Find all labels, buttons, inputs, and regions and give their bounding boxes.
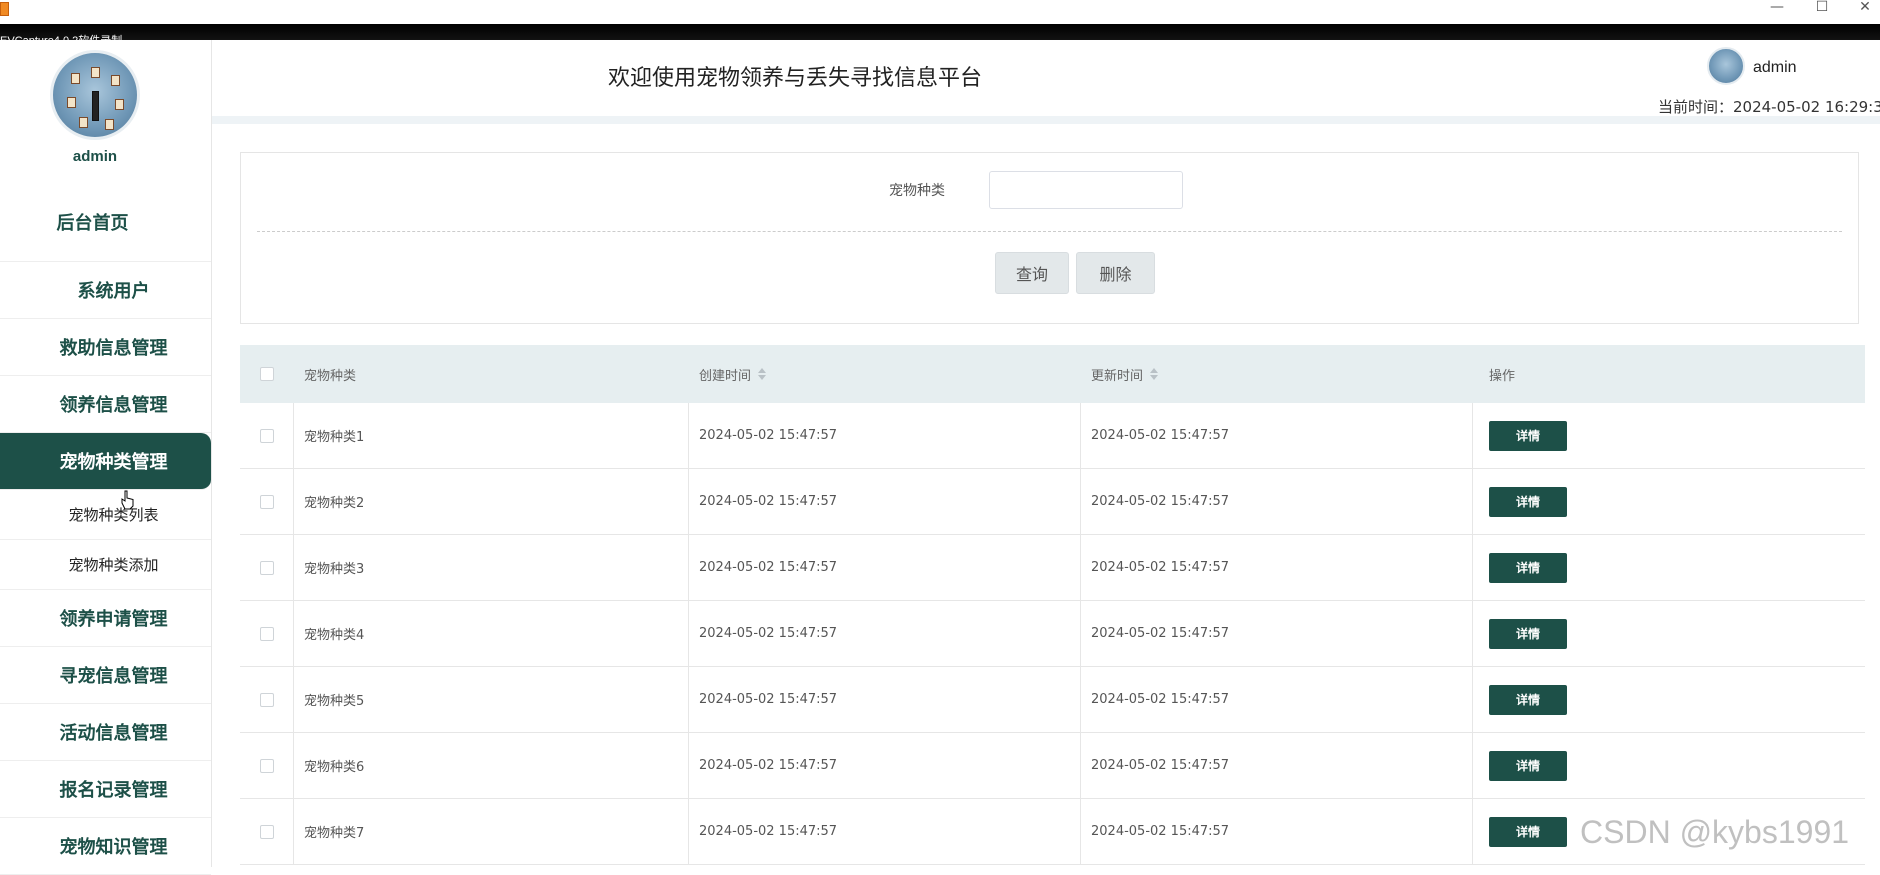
watermark: CSDN @kybs1991 [1580, 814, 1850, 850]
cell-created: 2024-05-02 15:47:57 [689, 469, 1081, 534]
detail-button[interactable]: 详情 [1489, 552, 1567, 583]
sidebar: admin 后台首页 系统用户 救助信息管理 领养信息管理 宠物种类管理 宠物种… [0, 40, 212, 875]
recorder-label: EVCapture4.0.2软件录制 [0, 35, 123, 47]
current-time: 当前时间：2024-05-02 16:29:37 [1658, 98, 1880, 116]
header-operation: 操作 [1489, 368, 1516, 384]
header-updated-label: 更新时间 [1091, 368, 1144, 384]
header-updated[interactable]: 更新时间 [1081, 345, 1473, 403]
cell-pet-type: 宠物种类5 [294, 667, 689, 732]
header-created-label: 创建时间 [699, 368, 752, 384]
pet-type-search-input[interactable] [989, 171, 1183, 209]
table-row: 宠物种类5 2024-05-02 15:47:57 2024-05-02 15:… [240, 667, 1865, 733]
mouse-cursor-icon [121, 490, 134, 510]
cell-updated: 2024-05-02 15:47:57 [1081, 535, 1473, 600]
search-label: 宠物种类 [889, 183, 945, 199]
cell-updated: 2024-05-02 15:47:57 [1081, 601, 1473, 666]
table-row: 宠物种类2 2024-05-02 15:47:57 2024-05-02 15:… [240, 469, 1865, 535]
detail-button[interactable]: 详情 [1489, 750, 1567, 781]
cell-pet-type: 宠物种类4 [294, 601, 689, 666]
sidebar-username: admin [72, 148, 118, 165]
cell-created: 2024-05-02 15:47:57 [689, 403, 1081, 468]
table-row: 宠物种类4 2024-05-02 15:47:57 2024-05-02 15:… [240, 601, 1865, 667]
sidebar-item-lost-pets[interactable]: 寻宠信息管理 [0, 647, 211, 704]
minimize-button[interactable]: — [1757, 0, 1797, 18]
window-titlebar: — ☐ ✕ [0, 0, 1880, 24]
cell-updated: 2024-05-02 15:47:57 [1081, 799, 1473, 864]
sidebar-menu: 后台首页 系统用户 救助信息管理 领养信息管理 宠物种类管理 宠物种类列表 宠物… [0, 183, 211, 875]
table-row: 宠物种类6 2024-05-02 15:47:57 2024-05-02 15:… [240, 733, 1865, 799]
close-button[interactable]: ✕ [1845, 0, 1880, 18]
cell-pet-type: 宠物种类6 [294, 733, 689, 798]
cell-pet-type: 宠物种类3 [294, 535, 689, 600]
cell-updated: 2024-05-02 15:47:57 [1081, 667, 1473, 732]
sidebar-item-registrations[interactable]: 报名记录管理 [0, 761, 211, 818]
sidebar-item-pet-types[interactable]: 宠物种类管理 [0, 433, 211, 490]
header-username[interactable]: admin [1753, 59, 1797, 77]
avatar [50, 50, 140, 140]
row-checkbox[interactable] [259, 824, 274, 839]
sidebar-item-activities[interactable]: 活动信息管理 [0, 704, 211, 761]
detail-button[interactable]: 详情 [1489, 618, 1567, 649]
sidebar-item-pet-knowledge[interactable]: 宠物知识管理 [0, 818, 211, 875]
row-checkbox[interactable] [259, 428, 274, 443]
cell-updated: 2024-05-02 15:47:57 [1081, 469, 1473, 534]
cell-created: 2024-05-02 15:47:57 [689, 535, 1081, 600]
header-created[interactable]: 创建时间 [689, 345, 1081, 403]
sidebar-item-rescue[interactable]: 救助信息管理 [0, 319, 211, 376]
detail-button[interactable]: 详情 [1489, 684, 1567, 715]
cell-pet-type: 宠物种类2 [294, 469, 689, 534]
top-header: 欢迎使用宠物领养与丢失寻找信息平台 admin 当前时间：2024-05-02 … [212, 40, 1880, 124]
cell-created: 2024-05-02 15:47:57 [689, 799, 1081, 864]
sidebar-item-adoption-requests[interactable]: 领养申请管理 [0, 590, 211, 647]
query-button[interactable]: 查询 [995, 252, 1069, 294]
detail-button[interactable]: 详情 [1489, 486, 1567, 517]
detail-button[interactable]: 详情 [1489, 420, 1567, 451]
row-checkbox[interactable] [259, 626, 274, 641]
row-checkbox[interactable] [259, 692, 274, 707]
main-content: 宠物种类 查询 删除 宠物种类 创建时间 更新时间 操作 宠物种类1 2024-… [212, 132, 1880, 867]
table-header: 宠物种类 创建时间 更新时间 操作 [240, 345, 1865, 403]
cell-created: 2024-05-02 15:47:57 [689, 733, 1081, 798]
row-checkbox[interactable] [259, 560, 274, 575]
sort-icon[interactable] [758, 368, 767, 380]
select-all-checkbox[interactable] [260, 367, 274, 381]
sidebar-item-home[interactable]: 后台首页 [0, 183, 211, 262]
table-row: 宠物种类3 2024-05-02 15:47:57 2024-05-02 15:… [240, 535, 1865, 601]
table-row: 宠物种类1 2024-05-02 15:47:57 2024-05-02 15:… [240, 403, 1865, 469]
header-pet-type: 宠物种类 [304, 368, 357, 384]
user-avatar[interactable] [1707, 47, 1745, 85]
maximize-button[interactable]: ☐ [1802, 0, 1842, 18]
row-checkbox[interactable] [259, 758, 274, 773]
sort-icon[interactable] [1150, 368, 1159, 380]
cell-updated: 2024-05-02 15:47:57 [1081, 403, 1473, 468]
cell-pet-type: 宠物种类1 [294, 403, 689, 468]
page-title: 欢迎使用宠物领养与丢失寻找信息平台 [608, 66, 983, 91]
detail-button[interactable]: 详情 [1489, 816, 1567, 847]
search-panel: 宠物种类 查询 删除 [240, 152, 1859, 324]
sidebar-item-system-users[interactable]: 系统用户 [0, 262, 211, 319]
app-icon [0, 2, 9, 16]
pet-type-table: 宠物种类 创建时间 更新时间 操作 宠物种类1 2024-05-02 15:47… [240, 345, 1865, 865]
cell-created: 2024-05-02 15:47:57 [689, 601, 1081, 666]
sidebar-subitem-pet-type-list[interactable]: 宠物种类列表 [0, 490, 211, 540]
sidebar-item-adoption-info[interactable]: 领养信息管理 [0, 376, 211, 433]
row-checkbox[interactable] [259, 494, 274, 509]
cell-updated: 2024-05-02 15:47:57 [1081, 733, 1473, 798]
divider [257, 231, 1842, 232]
cell-pet-type: 宠物种类7 [294, 799, 689, 864]
sidebar-subitem-pet-type-add[interactable]: 宠物种类添加 [0, 540, 211, 590]
delete-button[interactable]: 删除 [1076, 252, 1155, 294]
cell-created: 2024-05-02 15:47:57 [689, 667, 1081, 732]
